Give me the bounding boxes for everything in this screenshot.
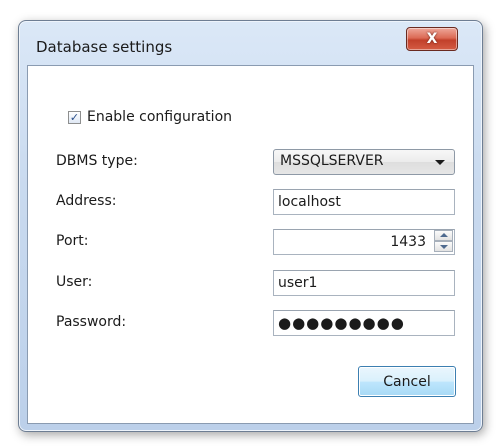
dialog-window: Database settings X ✓ Enable configurati… xyxy=(18,20,483,432)
dbms-type-label: DBMS type: xyxy=(56,153,138,169)
close-icon: X xyxy=(426,31,438,47)
password-label: Password: xyxy=(56,314,127,330)
arrow-up-icon[interactable] xyxy=(434,230,453,241)
window-title: Database settings xyxy=(36,38,173,56)
enable-configuration-checkbox[interactable]: ✓ xyxy=(68,110,81,124)
dialog-content: ✓ Enable configuration DBMS type: MSSQLS… xyxy=(27,65,474,424)
enable-configuration-label: Enable configuration xyxy=(87,109,233,125)
user-label: User: xyxy=(56,274,93,290)
address-label: Address: xyxy=(56,193,117,209)
arrow-down-icon[interactable] xyxy=(434,241,453,252)
enable-configuration-checkbox-row[interactable]: ✓ Enable configuration xyxy=(68,109,232,125)
dbms-type-value: MSSQLSERVER xyxy=(280,153,384,169)
port-input[interactable]: 1433 xyxy=(273,229,455,255)
checkmark-icon: ✓ xyxy=(69,110,80,124)
user-input[interactable]: user1 xyxy=(273,270,455,296)
dbms-type-select[interactable]: MSSQLSERVER xyxy=(273,149,455,175)
port-label: Port: xyxy=(56,233,89,249)
chevron-down-icon xyxy=(435,160,445,165)
close-button[interactable]: X xyxy=(406,27,458,51)
port-spinner[interactable] xyxy=(434,230,453,252)
address-input[interactable]: localhost xyxy=(273,189,455,215)
password-input[interactable]: ●●●●●●●●● xyxy=(273,310,455,336)
cancel-button[interactable]: Cancel xyxy=(358,366,456,397)
title-bar[interactable]: Database settings X xyxy=(19,21,482,65)
